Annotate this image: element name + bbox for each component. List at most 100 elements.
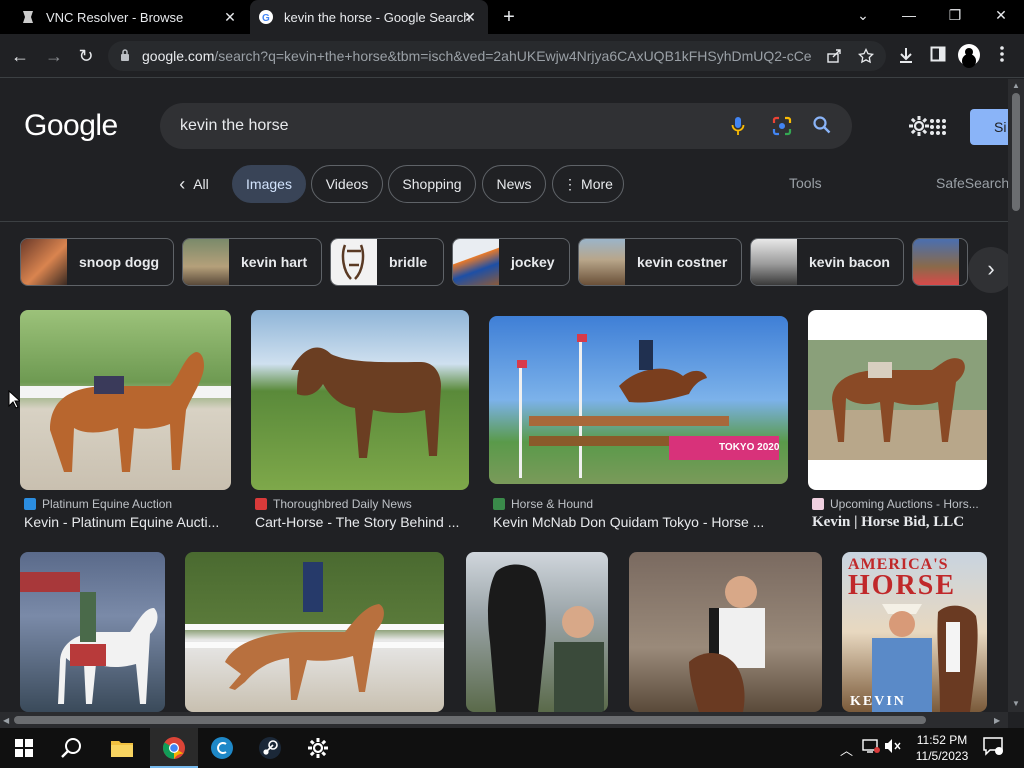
- related-chip-kevin-costner[interactable]: kevin costner: [578, 238, 742, 286]
- scroll-down-arrow-icon[interactable]: ▼: [1012, 699, 1020, 708]
- source-favicon-icon: [812, 498, 824, 510]
- settings-taskbar-gear-icon[interactable]: [304, 734, 332, 762]
- url-text[interactable]: google.com/search?q=kevin+the+horse&tbm=…: [142, 48, 812, 64]
- chrome-menu-icon[interactable]: [992, 46, 1012, 66]
- result-caption[interactable]: Cart-Horse - The Story Behind ...: [255, 514, 465, 530]
- back-button[interactable]: ←: [6, 42, 34, 70]
- related-chip-kevin-hart[interactable]: kevin hart: [182, 238, 322, 286]
- result-image[interactable]: [185, 552, 444, 712]
- svg-text:G: G: [262, 13, 270, 24]
- result-image[interactable]: [466, 552, 608, 712]
- tab-close-icon[interactable]: ✕: [462, 9, 478, 25]
- safesearch-button[interactable]: SafeSearch: [936, 175, 1008, 191]
- tab-vnc-resolver[interactable]: VNC Resolver - Browse ✕: [12, 0, 248, 34]
- tray-expand-chevron-icon[interactable]: ︿: [840, 740, 853, 759]
- result-image[interactable]: [251, 310, 469, 490]
- profile-avatar-icon[interactable]: [958, 44, 980, 66]
- vertical-scroll-thumb[interactable]: [1012, 93, 1020, 211]
- filter-images[interactable]: Images: [232, 165, 306, 203]
- result-source[interactable]: Upcoming Auctions - Hors...: [812, 497, 979, 511]
- search-input[interactable]: kevin the horse: [160, 103, 852, 149]
- vertical-scrollbar[interactable]: ▲ ▼: [1008, 79, 1024, 712]
- tab-strip: VNC Resolver - Browse ✕ G kevin the hors…: [0, 0, 1024, 34]
- result-caption[interactable]: Kevin McNab Don Quidam Tokyo - Horse ...: [493, 514, 785, 530]
- related-chip-partial[interactable]: [912, 238, 968, 286]
- lens-camera-icon[interactable]: [772, 116, 792, 136]
- source-name: Horse & Hound: [511, 497, 594, 511]
- horizontal-scroll-thumb[interactable]: [14, 716, 926, 724]
- tab-google-search[interactable]: G kevin the horse - Google Search ✕: [250, 0, 488, 34]
- result-image[interactable]: TOKYO 2020: [489, 316, 788, 484]
- share-icon[interactable]: [826, 48, 842, 64]
- scroll-left-arrow-icon[interactable]: ◀: [3, 716, 9, 725]
- download-icon[interactable]: [896, 46, 916, 66]
- tab-close-icon[interactable]: ✕: [222, 9, 238, 25]
- taskbar-clock[interactable]: 11:52 PM 11/5/2023: [910, 732, 974, 764]
- result-caption[interactable]: Kevin - Platinum Equine Aucti...: [24, 514, 229, 530]
- related-chip-kevin-bacon[interactable]: kevin bacon: [750, 238, 904, 286]
- horizontal-scrollbar[interactable]: ◀ ▶: [0, 712, 1008, 728]
- notification-center-icon[interactable]: [982, 736, 1004, 759]
- google-images-page: Google kevin the horse Si ‹ All Images V…: [0, 79, 1008, 712]
- address-bar[interactable]: google.com/search?q=kevin+the+horse&tbm=…: [108, 41, 886, 71]
- tab-search-dropdown-icon[interactable]: ⌄: [840, 0, 886, 32]
- sign-in-button[interactable]: Si: [970, 109, 1008, 145]
- network-icon[interactable]: [862, 738, 880, 757]
- source-name: Upcoming Auctions - Hors...: [830, 497, 979, 511]
- voice-search-mic-icon[interactable]: [728, 116, 748, 136]
- result-image[interactable]: AMERICA'S HORSE KEVIN: [842, 552, 987, 712]
- tab-title: VNC Resolver - Browse: [46, 9, 184, 25]
- windows-start-icon[interactable]: [10, 734, 38, 762]
- tools-button[interactable]: Tools: [789, 175, 822, 191]
- related-label: kevin bacon: [809, 254, 890, 270]
- filter-news[interactable]: News: [482, 165, 546, 203]
- filter-shopping[interactable]: Shopping: [388, 165, 476, 203]
- source-name: Thoroughbred Daily News: [273, 497, 412, 511]
- search-filter-bar: ‹ All Images Videos Shopping News ⋮ More…: [0, 165, 1008, 205]
- mouse-cursor-icon: [8, 389, 22, 415]
- steam-taskbar-icon[interactable]: [256, 734, 284, 762]
- file-explorer-icon[interactable]: [108, 734, 136, 762]
- result-image[interactable]: [20, 310, 231, 490]
- vnc-favicon-icon: [20, 9, 36, 25]
- result-source[interactable]: Platinum Equine Auction: [24, 497, 172, 511]
- related-label: snoop dogg: [79, 254, 160, 270]
- result-source[interactable]: Horse & Hound: [493, 497, 593, 511]
- result-caption[interactable]: Kevin | Horse Bid, LLC: [812, 514, 987, 531]
- related-chip-snoop-dogg[interactable]: snoop dogg: [20, 238, 174, 286]
- chrome-taskbar-icon[interactable]: [160, 734, 188, 762]
- related-chip-jockey[interactable]: jockey: [452, 238, 570, 286]
- reload-button[interactable]: ↻: [72, 42, 100, 70]
- filter-more[interactable]: ⋮ More: [552, 165, 624, 203]
- google-logo[interactable]: Google: [24, 109, 118, 143]
- bookmark-star-icon[interactable]: [857, 47, 875, 64]
- taskbar-search-icon[interactable]: [58, 734, 86, 762]
- related-next-chevron-icon[interactable]: ›: [968, 247, 1008, 293]
- scroll-right-arrow-icon[interactable]: ▶: [994, 716, 1000, 725]
- volume-muted-icon[interactable]: [884, 738, 902, 757]
- forward-button[interactable]: →: [40, 42, 68, 70]
- related-thumbnail: [331, 239, 377, 285]
- filter-all[interactable]: ‹ All: [170, 165, 218, 203]
- result-source[interactable]: Thoroughbred Daily News: [255, 497, 412, 511]
- related-label: jockey: [511, 254, 555, 270]
- filter-videos[interactable]: Videos: [311, 165, 383, 203]
- maximize-button[interactable]: ❐: [932, 0, 978, 32]
- related-chip-bridle[interactable]: bridle: [330, 238, 444, 286]
- minimize-button[interactable]: —: [886, 0, 932, 32]
- search-icon[interactable]: [812, 116, 832, 136]
- close-window-button[interactable]: ✕: [978, 0, 1024, 32]
- settings-gear-icon[interactable]: [908, 115, 930, 137]
- result-image[interactable]: [629, 552, 822, 712]
- new-tab-button[interactable]: +: [498, 6, 520, 28]
- result-image[interactable]: [808, 310, 987, 490]
- scroll-up-arrow-icon[interactable]: ▲: [1012, 81, 1020, 90]
- side-panel-icon[interactable]: [928, 46, 948, 66]
- source-name: Platinum Equine Auction: [42, 497, 173, 511]
- clock-date: 11/5/2023: [915, 749, 969, 763]
- chevron-left-icon: ‹: [179, 173, 186, 194]
- result-image[interactable]: [20, 552, 165, 712]
- google-apps-grid-icon[interactable]: [930, 119, 946, 135]
- magazine-name-text: KEVIN: [850, 694, 906, 709]
- app-c-taskbar-icon[interactable]: [208, 734, 236, 762]
